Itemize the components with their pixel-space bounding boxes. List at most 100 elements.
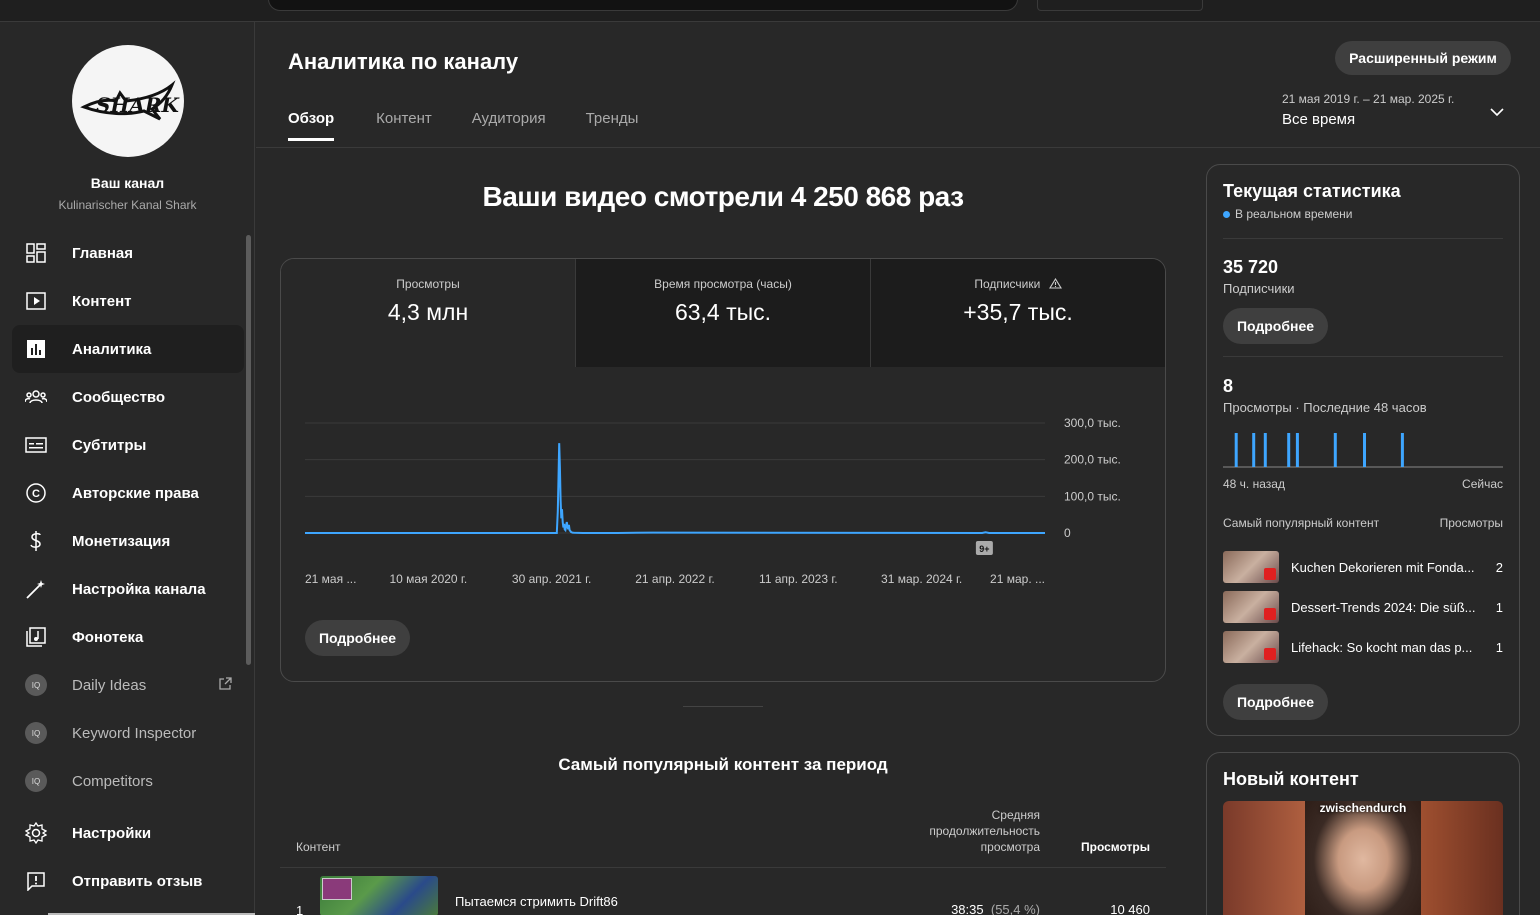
spark-bar[interactable] [1287, 433, 1291, 467]
y-tick-label: 200,0 тыс. [1064, 453, 1121, 467]
sidebar-item-copyright[interactable]: C Авторские права [12, 469, 244, 517]
spark-bar[interactable] [1252, 433, 1256, 467]
shorts-icon [1264, 608, 1276, 620]
sidebar-item-label: Монетизация [72, 532, 171, 550]
create-button[interactable] [1037, 0, 1203, 11]
external-link-icon[interactable] [219, 677, 232, 693]
tab-trends[interactable]: Тренды [586, 110, 639, 141]
list-item[interactable]: Kuchen Dekorieren mit Fonda... 2 [1223, 551, 1503, 583]
shorts-icon [1264, 568, 1276, 580]
video-title: Dessert-Trends 2024: Die süß... [1291, 599, 1476, 615]
metric-views[interactable]: Просмотры 4,3 млн [281, 259, 576, 367]
realtime-more-button[interactable]: Подробнее [1223, 684, 1328, 720]
sidebar-item-label: Настройка канала [72, 580, 206, 598]
sidebar-item-label: Авторские права [72, 484, 199, 502]
table-header-divider [280, 867, 1166, 868]
video-views: 1 [1495, 639, 1503, 655]
channel-name[interactable]: Ваш канал [0, 175, 255, 191]
subtitles-icon [24, 433, 48, 457]
section-divider [683, 706, 763, 707]
x-tick-label: 11 апр. 2023 г. [759, 572, 838, 586]
video-thumbnail [1223, 591, 1279, 623]
video-title[interactable]: Пытаемся стримить Drift86 [455, 894, 618, 909]
video-thumbnail[interactable] [320, 876, 438, 915]
sidebar-item-dashboard[interactable]: Главная [12, 229, 244, 277]
column-header-views[interactable]: Просмотры [1070, 840, 1150, 854]
sidebar-item-content[interactable]: Контент [12, 277, 244, 325]
metric-label: Просмотры [396, 277, 460, 291]
realtime-sparkline[interactable] [1223, 427, 1503, 469]
svg-text:C: C [32, 488, 40, 500]
top-content-label: Самый популярный контент [1223, 516, 1380, 530]
chevron-down-icon [1490, 104, 1504, 122]
sidebar-item-customization[interactable]: Настройка канала [12, 565, 244, 613]
tab-audience[interactable]: Аудитория [472, 110, 546, 141]
tab-overview[interactable]: Обзор [288, 110, 335, 141]
sidebar-item-audio-library[interactable]: Фонотека [12, 613, 244, 661]
tabs: Обзор Контент Аудитория Тренды [288, 110, 678, 141]
spark-bar[interactable] [1333, 433, 1337, 467]
warning-icon [1048, 277, 1062, 289]
sidebar-item-settings[interactable]: Настройки [12, 809, 244, 857]
sidebar-item-daily-ideas[interactable]: IQ Daily Ideas [12, 661, 244, 709]
row-views: 10 460 [1110, 902, 1150, 915]
thumbnail-person [1305, 801, 1421, 915]
sidebar-item-label: Аналитика [72, 340, 152, 358]
overview-card: Просмотры 4,3 млн Время просмотра (часы)… [280, 258, 1166, 682]
feedback-icon [24, 869, 48, 893]
sidebar-nav: Главная Контент Аналитика Сообщество Суб… [12, 229, 244, 805]
dollar-icon [24, 529, 48, 553]
sidebar-item-analytics[interactable]: Аналитика [12, 325, 244, 373]
thumbnail-caption: zwischendurch [1319, 801, 1407, 815]
channel-avatar[interactable]: SHARK [72, 45, 184, 157]
spark-bar[interactable] [1295, 433, 1299, 467]
list-item[interactable]: Lifehack: So kocht man das p... 1 [1223, 631, 1503, 663]
column-header-content: Контент [296, 840, 341, 854]
video-thumbnail [1223, 551, 1279, 583]
list-item[interactable]: Dessert-Trends 2024: Die süß... 1 [1223, 591, 1503, 623]
sidebar-item-subtitles[interactable]: Субтитры [12, 421, 244, 469]
sidebar-item-monetization[interactable]: Монетизация [12, 517, 244, 565]
subs-more-button[interactable]: Подробнее [1223, 308, 1328, 344]
new-content-title: Новый контент [1223, 769, 1359, 789]
advanced-mode-button[interactable]: Расширенный режим [1335, 41, 1511, 75]
divider [1223, 238, 1503, 239]
community-icon [24, 385, 48, 409]
period-selector[interactable]: 21 мая 2019 г. – 21 мар. 2025 г. Все вре… [1282, 92, 1512, 128]
tab-content[interactable]: Контент [376, 110, 432, 141]
y-tick-label: 300,0 тыс. [1064, 416, 1121, 430]
new-content-thumbnail[interactable]: zwischendurch [1223, 801, 1503, 915]
realtime-views-value: 8 [1223, 376, 1234, 396]
sidebar-item-community[interactable]: Сообщество [12, 373, 244, 421]
metric-subscribers[interactable]: Подписчики +35,7 тыс. [871, 259, 1165, 367]
sidebar-item-keyword-inspector[interactable]: IQ Keyword Inspector [12, 709, 244, 757]
sidebar-scrollbar[interactable] [246, 235, 251, 665]
period-range: 21 мая 2019 г. – 21 мар. 2025 г. [1282, 92, 1455, 106]
column-header-avg-duration[interactable]: Средняя продолжительность просмотра [880, 807, 1040, 855]
sidebar-item-competitors[interactable]: IQ Competitors [12, 757, 244, 805]
realtime-live: В реальном времени [1223, 207, 1352, 221]
spark-to: Сейчас [1462, 477, 1503, 491]
views-chart[interactable]: 300,0 тыс. 200,0 тыс. 100,0 тыс. 0 21 мая ..… [281, 367, 1165, 597]
sidebar-item-label: Главная [72, 244, 134, 262]
search-bar[interactable] [268, 0, 1018, 11]
metric-value: 4,3 млн [387, 299, 469, 325]
x-tick-label: 21 мар. ... [990, 572, 1045, 586]
popular-content-title: Самый популярный контент за период [558, 755, 888, 774]
sidebar-item-feedback[interactable]: Отправить отзыв [12, 857, 244, 905]
sidebar-item-label: Competitors [72, 772, 153, 790]
spark-bar[interactable] [1400, 433, 1404, 467]
spark-bar[interactable] [1363, 433, 1366, 467]
overview-more-button[interactable]: Подробнее [305, 620, 410, 656]
spark-bar[interactable] [1234, 433, 1238, 467]
spark-bar[interactable] [1263, 433, 1267, 467]
row-number: 1 [296, 903, 304, 915]
realtime-live-label: В реальном времени [1235, 207, 1353, 221]
x-tick-label: 31 мар. 2024 г. [881, 572, 962, 586]
avg-duration-value: 38:35 [951, 902, 984, 915]
metric-label: Подписчики [871, 277, 1165, 291]
logo-text: SHARK [96, 93, 180, 117]
vidiq-icon: IQ [25, 770, 47, 792]
copyright-icon: C [24, 481, 48, 505]
metric-watch-time[interactable]: Время просмотра (часы) 63,4 тыс. [576, 259, 871, 367]
